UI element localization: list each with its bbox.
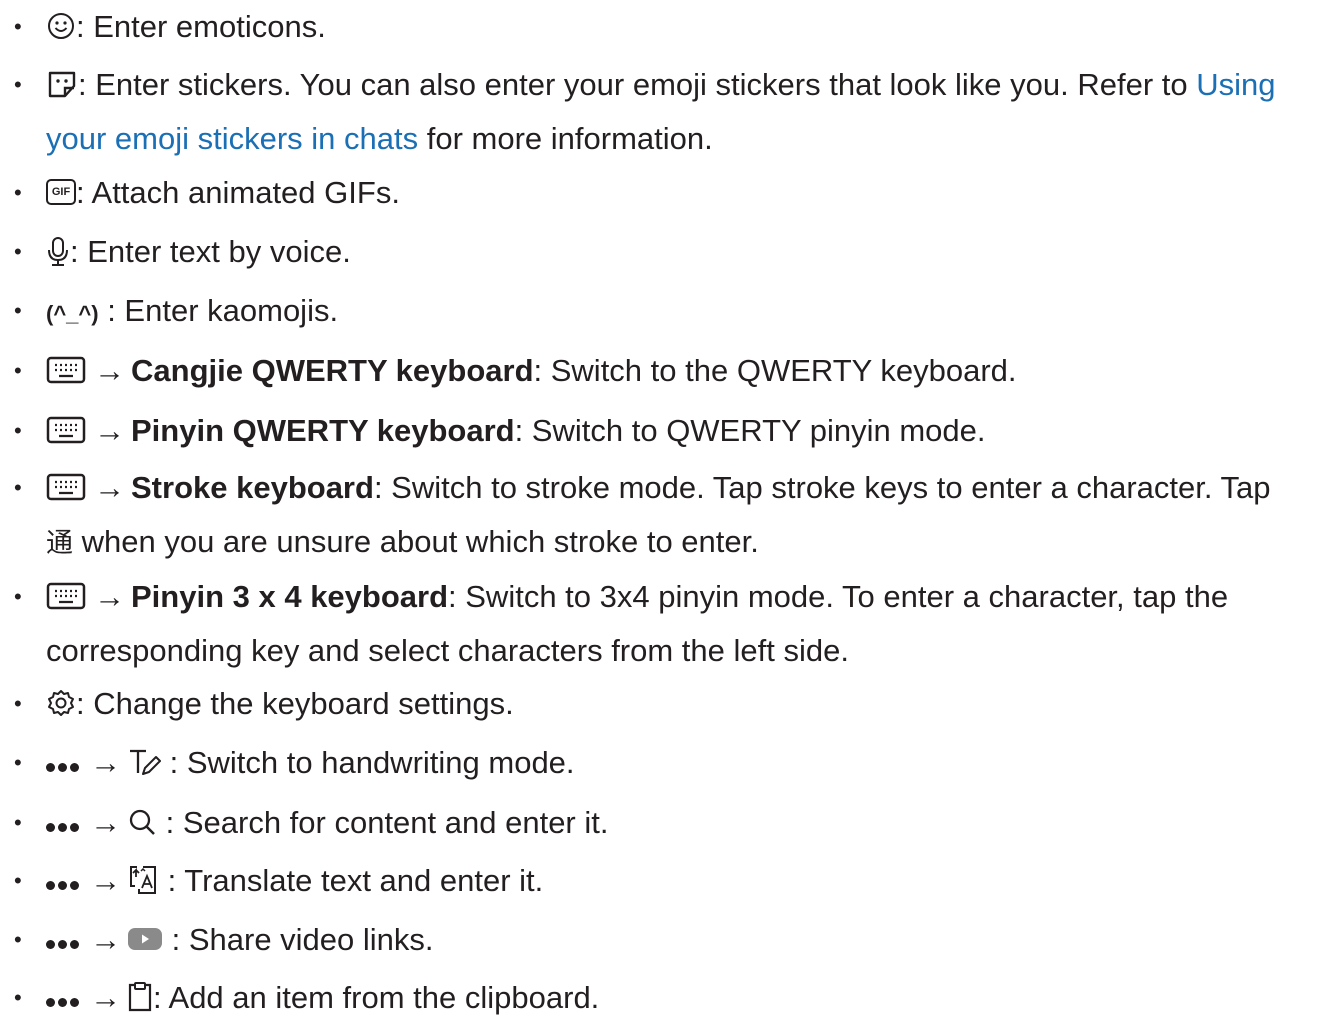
more-options-icon (46, 853, 82, 907)
bullet: • (14, 691, 22, 716)
more-options-icon (46, 912, 82, 966)
translate-icon (130, 865, 156, 894)
bullet: • (14, 14, 22, 39)
menu-option: Cangjie QWERTY keyboard (131, 353, 534, 388)
menu-option: Stroke keyboard (131, 470, 374, 505)
bullet: • (14, 180, 22, 205)
bullet: • (14, 298, 22, 323)
bullet: • (14, 358, 22, 383)
menu-option: Pinyin 3 x 4 keyboard (131, 579, 449, 614)
menu-option: Pinyin QWERTY keyboard (131, 413, 515, 448)
bullet: • (14, 868, 22, 893)
bullet: • (14, 475, 22, 500)
bullet: • (14, 985, 22, 1010)
microphone-icon (48, 236, 68, 266)
keyboard-icon (46, 416, 86, 444)
bullet: • (14, 72, 22, 97)
youtube-icon (128, 927, 162, 950)
bullet: • (14, 239, 22, 264)
using-emoji-stickers-link-continued[interactable]: your emoji stickers in chats (46, 121, 418, 156)
clipboard-icon (128, 981, 152, 1011)
tong-character-icon: 通 (46, 528, 73, 559)
feature-list: • : Enter emoticons. • : Enter stickers.… (0, 0, 1328, 1016)
using-emoji-stickers-link[interactable]: Using (1196, 67, 1275, 102)
keyboard-icon (46, 356, 86, 384)
keyboard-icon (46, 582, 86, 610)
bullet: • (14, 750, 22, 775)
handwriting-icon (130, 749, 161, 775)
search-icon (129, 809, 155, 835)
bullet: • (14, 418, 22, 443)
gif-icon: GIF (46, 178, 76, 205)
gear-icon (48, 689, 74, 716)
bullet: • (14, 584, 22, 609)
keyboard-icon (46, 473, 86, 501)
more-options-icon (46, 795, 82, 849)
smiley-icon (48, 12, 74, 39)
bullet: • (14, 927, 22, 952)
kaomoji-icon: (^_^) (46, 301, 99, 326)
sticker-icon (48, 71, 76, 98)
more-options-icon (46, 735, 82, 789)
bullet: • (14, 810, 22, 835)
